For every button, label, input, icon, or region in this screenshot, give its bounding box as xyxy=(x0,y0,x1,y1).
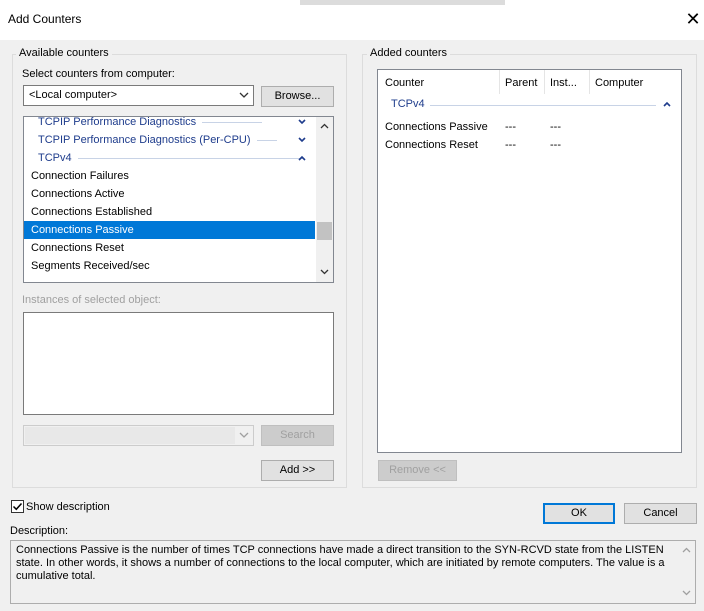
add-button[interactable]: Add >> xyxy=(261,460,334,481)
counter-item[interactable]: Segments Received/sec xyxy=(24,257,315,275)
computer-select[interactable]: <Local computer> xyxy=(23,85,254,106)
counter-label: TCPv4 xyxy=(38,152,72,164)
table-cell-instance: --- xyxy=(550,139,561,151)
table-row[interactable]: Connections Passive --- --- xyxy=(378,118,681,136)
chevron-down-icon xyxy=(239,432,249,438)
description-label: Description: xyxy=(10,525,69,537)
chevron-down-icon[interactable] xyxy=(297,118,307,126)
counter-label: TCPIP Performance Diagnostics xyxy=(38,116,197,128)
table-cell-counter: Connections Reset xyxy=(385,139,478,151)
added-category-tcpv4[interactable]: TCPv4 xyxy=(391,98,425,110)
remove-button: Remove << xyxy=(378,460,457,481)
column-separator xyxy=(589,70,590,94)
added-counters-table[interactable]: Counter Parent Inst... Computer TCPv4 Co… xyxy=(377,69,682,453)
counter-item[interactable]: Connections Active xyxy=(24,185,315,203)
table-row[interactable]: Connections Reset --- --- xyxy=(378,136,681,154)
chevron-down-icon xyxy=(239,92,249,98)
background-window-strip xyxy=(300,0,505,5)
counter-category[interactable]: TCPIP Performance Diagnostics xyxy=(24,116,315,131)
column-header-instance[interactable]: Inst... xyxy=(550,77,577,89)
counter-category[interactable]: TCPIP Performance Diagnostics (Per-CPU) xyxy=(24,131,315,149)
table-cell-counter: Connections Passive xyxy=(385,121,488,133)
counter-label: Connections Established xyxy=(31,206,153,218)
counter-item[interactable]: Connection Failures xyxy=(24,167,315,185)
show-description-checkbox[interactable] xyxy=(11,500,24,513)
window-title: Add Counters xyxy=(8,12,82,26)
available-counters-label: Available counters xyxy=(16,47,112,59)
column-header-parent[interactable]: Parent xyxy=(505,77,537,89)
browse-button[interactable]: Browse... xyxy=(261,86,334,107)
counter-label: Connections Active xyxy=(31,188,125,200)
counter-label: Connections Reset xyxy=(31,242,124,254)
instances-list[interactable] xyxy=(23,312,334,415)
chevron-down-icon[interactable] xyxy=(297,136,307,144)
show-description-label[interactable]: Show description xyxy=(26,501,110,513)
checkmark-icon xyxy=(12,502,23,511)
counter-item[interactable]: Connections Passive xyxy=(24,221,315,239)
table-cell-instance: --- xyxy=(550,121,561,133)
description-scrollbar[interactable] xyxy=(678,541,695,603)
table-cell-parent: --- xyxy=(505,121,516,133)
chevron-up-icon[interactable] xyxy=(297,154,307,162)
column-header-counter[interactable]: Counter xyxy=(385,77,424,89)
ok-button[interactable]: OK xyxy=(543,503,615,524)
column-separator xyxy=(544,70,545,94)
category-divider xyxy=(77,157,304,159)
counter-category[interactable]: TCPv4 xyxy=(24,149,315,167)
instance-search-combo xyxy=(23,425,254,446)
chevron-up-icon[interactable] xyxy=(662,100,672,108)
scroll-up-icon[interactable] xyxy=(680,545,693,555)
added-counters-label: Added counters xyxy=(367,47,451,59)
counter-label: Connections Passive xyxy=(31,224,134,236)
table-cell-parent: --- xyxy=(505,139,516,151)
scroll-thumb[interactable] xyxy=(317,222,332,240)
counter-label: Segments Received/sec xyxy=(31,260,150,272)
cancel-button[interactable]: Cancel xyxy=(624,503,697,524)
counter-list[interactable]: TCPIP Performance Diagnostics TCPIP Perfo… xyxy=(23,116,334,283)
counter-list-scrollbar[interactable] xyxy=(316,117,333,282)
instance-search-field xyxy=(25,427,235,444)
search-button: Search xyxy=(261,425,334,446)
category-divider xyxy=(202,121,263,123)
counter-label: Connection Failures xyxy=(31,170,129,182)
category-divider xyxy=(256,139,277,141)
counter-item[interactable]: Connections Reset xyxy=(24,239,315,257)
category-divider xyxy=(430,105,656,106)
column-header-computer[interactable]: Computer xyxy=(595,77,643,89)
scroll-up-icon[interactable] xyxy=(318,121,331,131)
counter-label: TCPIP Performance Diagnostics (Per-CPU) xyxy=(38,134,251,146)
computer-select-value: <Local computer> xyxy=(29,89,118,101)
computer-select-label: Select counters from computer: xyxy=(22,68,175,80)
instances-label: Instances of selected object: xyxy=(22,294,161,306)
title-bar xyxy=(0,0,704,40)
scroll-down-icon[interactable] xyxy=(680,588,693,598)
counter-item[interactable]: Connections Established xyxy=(24,203,315,221)
table-header: Counter Parent Inst... Computer xyxy=(378,70,681,94)
close-icon[interactable]: ✕ xyxy=(683,9,703,29)
column-separator xyxy=(499,70,500,94)
description-box[interactable]: Connections Passive is the number of tim… xyxy=(10,540,696,604)
description-text: Connections Passive is the number of tim… xyxy=(16,544,665,582)
scroll-down-icon[interactable] xyxy=(318,267,331,277)
